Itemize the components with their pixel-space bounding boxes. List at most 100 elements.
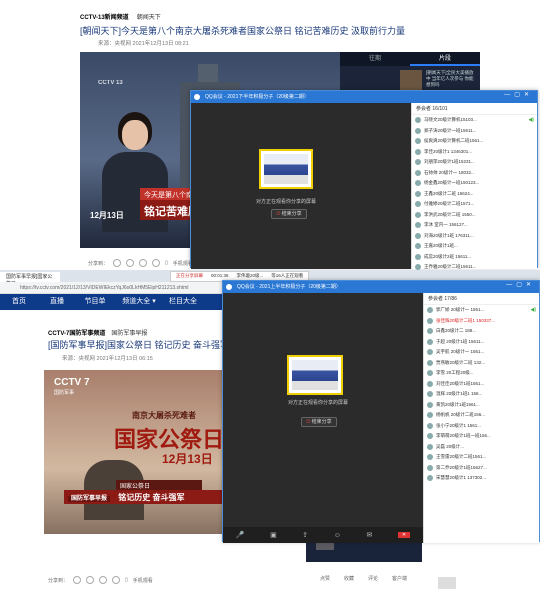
qq-window-title[interactable]: QQ会议 - 2021下半年积极分子（20级第二期） [191, 91, 537, 103]
favorite-button[interactable]: 收藏 [344, 575, 354, 582]
section-name[interactable]: 朝闻天下 [137, 12, 161, 21]
participant-name: 付雅婷20级计二班1571... [424, 201, 475, 207]
share-status-text: 对方正在观看你分享的屏幕 [287, 400, 348, 406]
wechat-icon[interactable] [126, 259, 135, 267]
participant-row[interactable]: 杨帆帆 20级计二班156... [424, 410, 539, 421]
participant-row[interactable]: 石帅帅 20级计一 18032... [412, 168, 537, 179]
mobile-label[interactable]: 手机观看 [133, 577, 153, 584]
participant-list: 参会者 16/101 马晓文20级计算机15103... ◀) 郑子涛20级计一班1… [411, 103, 537, 270]
participant-name: 王鑫20级计二班 15624... [424, 190, 474, 196]
participant-name: 吴磊 20级计... [436, 443, 465, 449]
participant-row[interactable]: 王乔雅20级计二班15611... [412, 262, 537, 270]
browser-tab[interactable]: 国防军事早报]国家公祭日 [0, 272, 60, 287]
nav-programs[interactable]: 栏目大全 [164, 294, 202, 310]
wechat-icon[interactable] [86, 576, 95, 584]
participant-row[interactable]: 于超 20级计1班 15611... [424, 337, 539, 348]
nav-schedule[interactable]: 节目单 [76, 294, 114, 310]
participant-row[interactable]: 李雪 20工程20级... [424, 368, 539, 379]
participant-row[interactable]: 张小宁20级计1 1561... [424, 421, 539, 432]
participant-row[interactable]: 宋慧慧20级计1 137302... [424, 473, 539, 484]
weibo-icon[interactable] [113, 259, 122, 267]
mobile-icon[interactable]: ▯ [165, 260, 168, 266]
nav-live[interactable]: 直播 [38, 294, 76, 310]
participant-row[interactable]: 刘朋萍20级计1班15231... [412, 157, 537, 168]
tab-past[interactable]: 往期 [340, 52, 410, 66]
participant-row[interactable]: 付雅婷20级计二班1571... [412, 199, 537, 210]
window-controls[interactable]: —▢✕ [504, 91, 533, 98]
channel-name[interactable]: CCTV-13新闻频道 [80, 12, 129, 21]
window-controls[interactable]: —▢✕ [506, 281, 535, 288]
participant-row[interactable]: 王嘉20级计1班... [412, 241, 537, 252]
qq-window-title[interactable]: QQ会议 - 2021上半年积极分子（20级第二期） [223, 281, 539, 293]
section-name[interactable]: 国防军事早报 [111, 328, 147, 337]
participant-name: 宋慧慧20级计1 137302... [436, 475, 487, 481]
participant-row[interactable]: 李萌萌20级计1班一班156... [424, 431, 539, 442]
meeting-stage: 对方正在观看你分享的屏幕 结束分享 [191, 103, 411, 269]
participant-row[interactable]: 李沐 室内一 156127... [412, 220, 537, 231]
participant-name: 杨帆帆 20级计二班156... [436, 412, 486, 418]
participant-row[interactable]: 李佳20级计1 1346301... [412, 147, 537, 158]
nav-home[interactable]: 首页 [0, 294, 38, 310]
leave-button[interactable]: ✕ [397, 532, 411, 538]
page-title: [朝闻天下]今天是第八个南京大屠杀死难者国家公祭日 铭记苦难历史 汲取前行力量 [80, 26, 406, 36]
participant-row[interactable]: 温辉 20级计1班1 156... [424, 389, 539, 400]
comment-button[interactable]: 评论 [368, 575, 378, 582]
participant-name: 刘朋萍20级计1班15231... [424, 159, 475, 165]
share-status-text: 对方正在观看你分享的屏幕 [255, 199, 316, 205]
article-actions: 点赞 收藏 评论 客户端 [320, 575, 407, 582]
avatar [415, 243, 421, 250]
qq-icon[interactable] [139, 259, 148, 267]
participant-row[interactable]: 刘海20级计1班 176311... [412, 231, 537, 242]
scroll-top-button[interactable] [438, 577, 456, 589]
participant-row[interactable]: 郑子涛20级计一班15611... [412, 126, 537, 137]
participant-row[interactable]: 李洪武20级计二班 1550... [412, 210, 537, 221]
participant-row[interactable]: 郭广娇 20级计一 1561... ◀) [424, 305, 539, 316]
article-meta: 来源：央视网 2021年12月13日 08:21 [98, 41, 189, 47]
channel-name[interactable]: CCTV-7国防军事频道 [48, 328, 105, 337]
participant-name: 张小宁20级计1 1561... [436, 422, 482, 428]
avatar [427, 391, 433, 398]
participant-row[interactable]: 吴宇航 20级计一 1561... [424, 347, 539, 358]
mobile-icon[interactable]: ▯ [125, 577, 128, 583]
participant-row[interactable]: 白鑫20级计二 188... [424, 326, 539, 337]
participant-name: 马晓文20级计算机15103... [424, 117, 477, 123]
sidebar-tabs: 往期 片段 [340, 52, 480, 66]
participant-name: 成蕊20级计2班 15611... [424, 253, 472, 259]
participant-row[interactable]: 刘佳佳20级计1班1561... [424, 379, 539, 390]
avatar [415, 180, 421, 187]
participant-row[interactable]: 成蕊20级计2班 15611... [412, 252, 537, 263]
nav-channels[interactable]: 频道大全 ▾ [114, 294, 164, 310]
camera-icon[interactable]: ▣ [270, 531, 277, 539]
participant-row[interactable]: 黄凯20级计1班1561... [424, 400, 539, 411]
avatar [415, 138, 421, 145]
members-icon[interactable]: ☺ [334, 532, 341, 539]
participant-row[interactable]: 马晓文20级计算机15103... ◀) [412, 115, 537, 126]
participant-row[interactable]: 侯爽爽20级计算机二班1561... [412, 136, 537, 147]
participant-row[interactable]: 第二乔20级计1班15627... [424, 463, 539, 474]
participant-row[interactable]: 吴磊 20级计... [424, 442, 539, 453]
tab-clips[interactable]: 片段 [410, 52, 480, 66]
participant-row[interactable]: 王雪雷20级计二班1561... [424, 452, 539, 463]
avatar [415, 222, 421, 229]
qzone-icon[interactable] [112, 576, 121, 584]
qzone-icon[interactable] [152, 259, 161, 267]
share-screen-icon[interactable]: ⇪ [302, 531, 308, 539]
speaking-user: 李伟璇20级... [236, 273, 264, 278]
mic-icon[interactable]: 🎤 [236, 531, 245, 539]
screen-share-preview [259, 149, 313, 189]
participant-list: 参会者 17/86 郭广娇 20级计一 1561... ◀) 张佳辉20级计二班1 … [423, 293, 539, 543]
participant-row[interactable]: 杨金鑫20级计一班150123... [412, 178, 537, 189]
participant-row[interactable]: 王鑫20级计二班 15624... [412, 189, 537, 200]
avatar [427, 401, 433, 408]
end-share-button[interactable]: 结束分享 [271, 209, 307, 219]
participant-row[interactable]: 张佳辉20级计二班1 150337... [424, 316, 539, 327]
chat-icon[interactable]: ✉ [366, 531, 372, 539]
qq-icon[interactable] [99, 576, 108, 584]
like-button[interactable]: 点赞 [320, 575, 330, 582]
weibo-icon[interactable] [73, 576, 82, 584]
avatar [427, 433, 433, 440]
app-button[interactable]: 客户端 [392, 575, 407, 582]
participant-row[interactable]: 贾燕敏20级计二班 132... [424, 358, 539, 369]
end-share-button[interactable]: 结束分享 [301, 417, 337, 427]
participant-name: 李洪武20级计二班 1550... [424, 211, 476, 217]
